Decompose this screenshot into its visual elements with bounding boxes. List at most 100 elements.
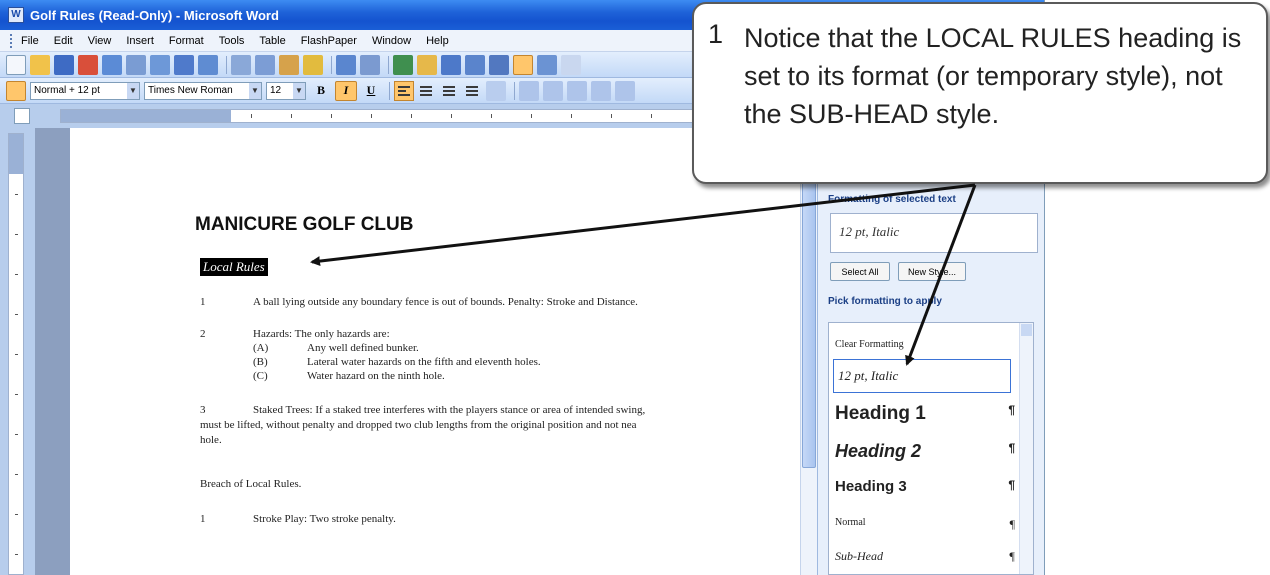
document-map-icon[interactable] bbox=[537, 54, 557, 75]
rule-2-c-text[interactable]: Water hazard on the ninth hole. bbox=[307, 370, 445, 382]
menu-insert[interactable]: Insert bbox=[126, 35, 154, 47]
rule-3-line-1[interactable]: Staked Trees: If a staked tree interfere… bbox=[253, 404, 645, 416]
menu-window[interactable]: Window bbox=[372, 35, 411, 47]
underline-button[interactable]: U bbox=[360, 81, 382, 101]
style-item-current-format[interactable]: 12 pt, Italic bbox=[833, 359, 1011, 393]
style-item-clear-formatting[interactable]: Clear Formatting bbox=[835, 339, 1015, 350]
menu-view[interactable]: View bbox=[88, 35, 112, 47]
document-title[interactable]: MANICURE GOLF CLUB bbox=[195, 214, 413, 236]
insert-table-icon[interactable] bbox=[441, 54, 461, 75]
show-hide-icon[interactable] bbox=[561, 54, 581, 75]
email-icon[interactable] bbox=[102, 54, 122, 75]
rule-2-a-label: (A) bbox=[253, 342, 269, 354]
style-item-label: Sub-Head bbox=[835, 549, 883, 563]
selected-format-box[interactable]: 12 pt, Italic bbox=[830, 213, 1038, 253]
menu-format[interactable]: Format bbox=[169, 35, 204, 47]
menu-help[interactable]: Help bbox=[426, 35, 449, 47]
style-combo[interactable]: Normal + 12 pt ▼ bbox=[30, 81, 140, 100]
font-size-combo[interactable]: 12 ▼ bbox=[266, 81, 306, 100]
breach-heading[interactable]: Breach of Local Rules. bbox=[200, 478, 301, 490]
open-folder-icon[interactable] bbox=[30, 54, 50, 75]
line-spacing-icon[interactable] bbox=[486, 80, 506, 101]
bold-button[interactable]: B bbox=[310, 81, 332, 101]
ruler-tick bbox=[531, 114, 532, 118]
columns-icon[interactable] bbox=[489, 54, 509, 75]
menu-flashpaper[interactable]: FlashPaper bbox=[301, 35, 357, 47]
rule-3-number: 3 bbox=[200, 404, 206, 416]
document-vertical-scrollbar[interactable] bbox=[800, 128, 817, 575]
style-item-normal[interactable]: Normal ¶ bbox=[835, 517, 1015, 531]
breach-1-number: 1 bbox=[200, 513, 206, 525]
breach-1-text[interactable]: Stroke Play: Two stroke penalty. bbox=[253, 513, 396, 525]
local-rules-heading-selected[interactable]: Local Rules bbox=[200, 258, 268, 276]
rule-3-line-3[interactable]: hole. bbox=[200, 434, 222, 446]
new-style-button[interactable]: New Style... bbox=[898, 262, 966, 281]
insert-excel-icon[interactable] bbox=[465, 54, 485, 75]
numbering-icon[interactable] bbox=[519, 80, 539, 101]
toolbar-separator bbox=[389, 81, 390, 100]
rule-2-text[interactable]: Hazards: The only hazards are: bbox=[253, 328, 390, 340]
decrease-indent-icon[interactable] bbox=[567, 80, 587, 101]
rule-2-a-text[interactable]: Any well defined bunker. bbox=[307, 342, 419, 354]
undo-icon[interactable] bbox=[336, 54, 356, 75]
drawing-icon[interactable] bbox=[513, 54, 533, 75]
style-item-label: Normal bbox=[835, 517, 866, 528]
style-item-heading-1[interactable]: Heading 1 ¶ bbox=[835, 403, 1015, 425]
menu-tools[interactable]: Tools bbox=[219, 35, 245, 47]
style-item-heading-2[interactable]: Heading 2 ¶ bbox=[835, 441, 1015, 462]
paste-icon[interactable] bbox=[279, 54, 299, 75]
outside-border-icon[interactable] bbox=[615, 80, 635, 101]
align-right-button[interactable] bbox=[440, 81, 460, 101]
italic-button[interactable]: I bbox=[335, 80, 357, 101]
vertical-ruler[interactable] bbox=[8, 133, 24, 575]
select-all-button[interactable]: Select All bbox=[830, 262, 890, 281]
justify-button[interactable] bbox=[463, 81, 483, 101]
menu-table[interactable]: Table bbox=[259, 35, 285, 47]
format-painter-icon[interactable] bbox=[303, 54, 323, 75]
rule-3-line-2[interactable]: must be lifted, without penalty and drop… bbox=[200, 419, 637, 431]
print-icon[interactable] bbox=[126, 54, 146, 75]
increase-indent-icon[interactable] bbox=[591, 80, 611, 101]
formatting-list-scrollbar[interactable] bbox=[1019, 323, 1033, 574]
copy-icon[interactable] bbox=[255, 54, 275, 75]
scroll-up-icon[interactable] bbox=[1021, 324, 1032, 336]
research-icon[interactable] bbox=[198, 54, 218, 75]
style-item-label: Heading 1 bbox=[835, 403, 926, 424]
style-item-label: Heading 3 bbox=[835, 478, 907, 495]
align-left-button[interactable] bbox=[394, 80, 414, 101]
align-center-button[interactable] bbox=[417, 81, 437, 101]
permission-icon[interactable] bbox=[78, 54, 98, 75]
new-document-icon[interactable] bbox=[6, 54, 26, 75]
ruler-tick bbox=[15, 394, 18, 395]
chevron-down-icon[interactable]: ▼ bbox=[293, 82, 305, 99]
menu-grip-handle[interactable] bbox=[10, 33, 13, 48]
rule-2-b-text[interactable]: Lateral water hazards on the fifth and e… bbox=[307, 356, 541, 368]
cut-icon[interactable] bbox=[231, 54, 251, 75]
bullets-icon[interactable] bbox=[543, 80, 563, 101]
tab-selector[interactable] bbox=[14, 108, 30, 124]
save-icon[interactable] bbox=[54, 54, 74, 75]
ruler-tick bbox=[331, 114, 332, 118]
styles-and-formatting-icon[interactable] bbox=[6, 80, 26, 101]
instruction-callout: 1 Notice that the LOCAL RULES heading is… bbox=[692, 2, 1268, 184]
chevron-down-icon[interactable]: ▼ bbox=[127, 82, 139, 99]
style-item-heading-3[interactable]: Heading 3 ¶ bbox=[835, 478, 1015, 495]
tables-borders-icon[interactable] bbox=[417, 54, 437, 75]
spelling-icon[interactable] bbox=[174, 54, 194, 75]
toolbar-separator bbox=[226, 55, 227, 74]
rule-1-text[interactable]: A ball lying outside any boundary fence … bbox=[253, 296, 638, 308]
menu-file[interactable]: File bbox=[21, 35, 39, 47]
hyperlink-icon[interactable] bbox=[393, 54, 413, 75]
menu-edit[interactable]: Edit bbox=[54, 35, 73, 47]
document-page[interactable]: MANICURE GOLF CLUB Local Rules 1 A ball … bbox=[70, 128, 810, 575]
redo-icon[interactable] bbox=[360, 54, 380, 75]
style-item-sub-head[interactable]: Sub-Head ¶ bbox=[835, 549, 1015, 564]
chevron-down-icon[interactable]: ▼ bbox=[249, 82, 261, 99]
print-preview-icon[interactable] bbox=[150, 54, 170, 75]
document-area: MANICURE GOLF CLUB Local Rules 1 A ball … bbox=[35, 128, 820, 575]
font-combo[interactable]: Times New Roman ▼ bbox=[144, 81, 262, 100]
ruler-tick bbox=[371, 114, 372, 118]
toolbar-separator bbox=[514, 81, 515, 100]
scrollbar-thumb[interactable] bbox=[802, 148, 816, 468]
ruler-tick bbox=[15, 514, 18, 515]
